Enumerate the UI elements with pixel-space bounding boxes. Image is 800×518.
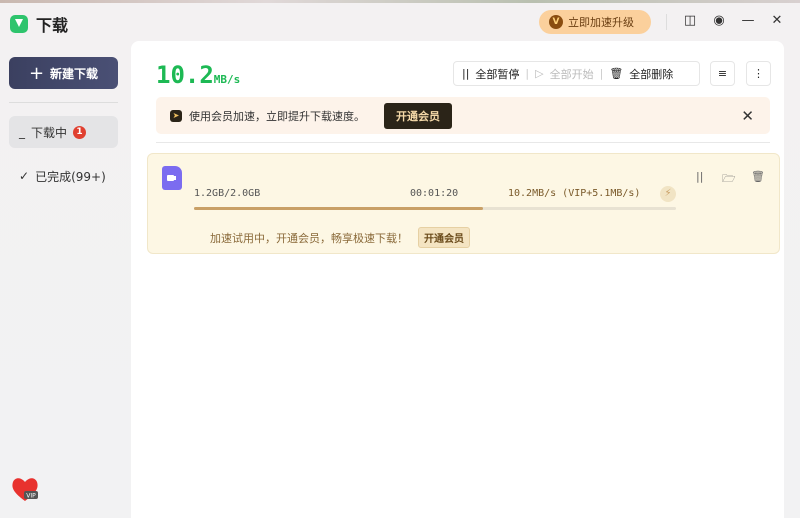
vip-promo-banner: ➤ 使用会员加速，立即提升下载速度。 开通会员 ✕ — [156, 97, 770, 134]
task-speed: 10.2MB/s (VIP+5.1MB/s) — [508, 188, 641, 199]
window-top-edge — [0, 0, 800, 3]
sidebar-item-downloading[interactable]: _ 下载中 1 — [9, 116, 118, 148]
divider — [666, 14, 667, 30]
delete-task-icon[interactable]: 🗑 — [751, 170, 765, 183]
pause-icon: || — [462, 67, 470, 80]
check-circle-icon: ✓ — [19, 169, 30, 183]
close-banner-icon[interactable]: ✕ — [741, 107, 754, 125]
video-file-icon — [162, 166, 182, 190]
plus-icon: + — [28, 62, 45, 84]
open-vip-button[interactable]: 开通会员 — [384, 102, 452, 129]
vip-coin-icon: V — [549, 15, 563, 29]
total-speed: 10.2MB/s — [156, 61, 241, 89]
task-size: 1.2GB/2.0GB — [194, 188, 261, 199]
divider — [156, 142, 770, 143]
count-badge: 1 — [73, 125, 87, 139]
pause-task-icon[interactable]: || — [696, 170, 703, 183]
settings-icon[interactable]: ◉ — [710, 12, 728, 30]
rocket-icon: ➤ — [170, 109, 182, 122]
app-title: 下载 — [10, 12, 68, 36]
sort-icon[interactable]: ≡ — [710, 61, 735, 86]
downloading-icon: _ — [19, 125, 25, 139]
sidebar-item-completed[interactable]: ✓ 已完成(99+) — [9, 160, 118, 192]
new-download-button[interactable]: + 新建下载 — [9, 57, 118, 89]
task-progress — [194, 207, 676, 210]
batch-toolbar: || 全部暂停 | ▷ 全部开始 | 🗑 全部删除 — [453, 61, 700, 86]
trash-icon: 🗑 — [609, 67, 624, 80]
boost-icon[interactable]: ⚡ — [660, 186, 676, 202]
pause-all-button[interactable]: 全部暂停 — [475, 66, 519, 82]
open-vip-small-button[interactable]: 开通会员 — [418, 227, 470, 248]
svg-text:VIP: VIP — [26, 493, 36, 500]
task-time-remaining: 00:01:20 — [410, 188, 459, 199]
download-logo-icon — [10, 15, 28, 33]
minimize-icon[interactable]: — — [739, 12, 757, 30]
open-folder-icon[interactable]: 🗁 — [722, 170, 736, 189]
more-icon[interactable]: ⋮ — [746, 61, 771, 86]
trial-notice: 加速试用中，开通会员，畅享极速下载！ 开通会员 — [210, 227, 470, 248]
close-icon[interactable]: ✕ — [768, 12, 786, 30]
divider — [9, 102, 118, 103]
feedback-icon[interactable]: ◫ — [681, 12, 699, 30]
download-task[interactable]: 1.2GB/2.0GB 00:01:20 10.2MB/s (VIP+5.1MB… — [147, 153, 780, 254]
upgrade-button[interactable]: V 立即加速升级 — [539, 10, 651, 34]
play-icon: ▷ — [535, 67, 544, 80]
progress-fill — [194, 207, 484, 210]
main-panel: 10.2MB/s || 全部暂停 | ▷ 全部开始 | 🗑 全部删除 ≡ ⋮ ➤ 使用会员… — [131, 41, 784, 518]
start-all-button[interactable]: 全部开始 — [550, 66, 594, 82]
delete-all-button[interactable]: 全部删除 — [629, 66, 673, 82]
vip-heart-icon[interactable]: VIP — [10, 474, 40, 504]
